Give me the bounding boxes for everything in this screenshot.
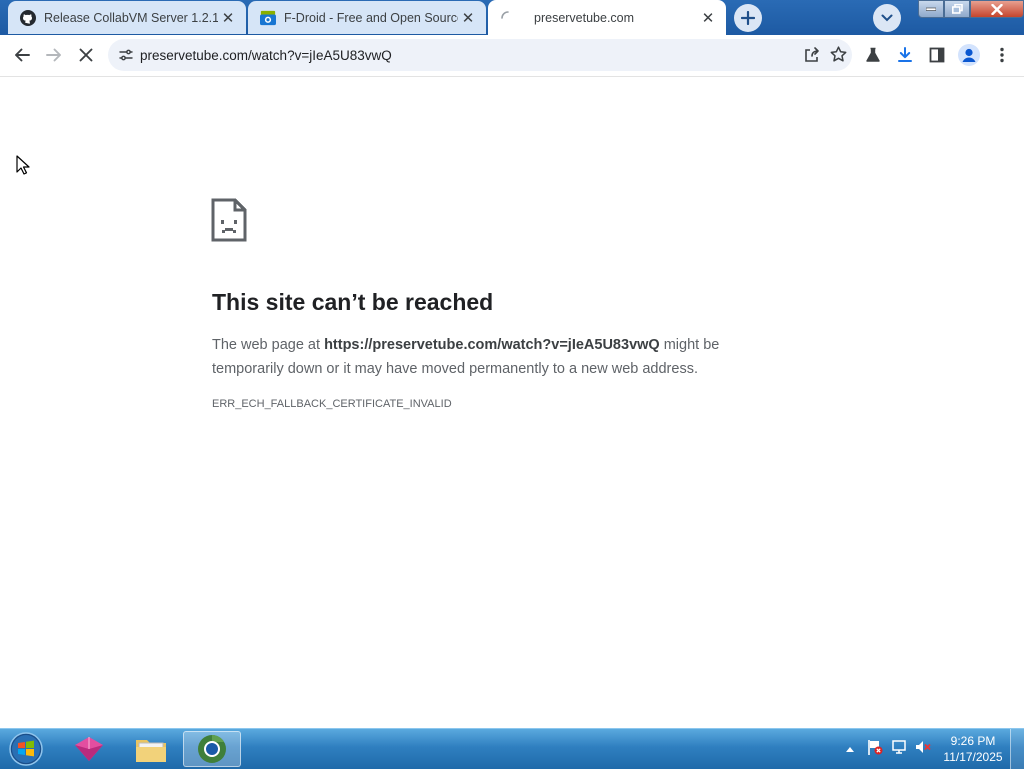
fdroid-icon: [260, 10, 276, 26]
close-tab-icon[interactable]: ✕: [698, 8, 718, 28]
minimize-button[interactable]: [918, 0, 944, 18]
forward-button[interactable]: [40, 41, 68, 69]
window-close-button[interactable]: [970, 0, 1024, 18]
action-center-flag-icon[interactable]: [867, 739, 883, 760]
error-description: The web page at https://preservetube.com…: [212, 333, 772, 381]
github-icon: [20, 9, 36, 26]
labs-button[interactable]: [859, 41, 887, 69]
more-vert-icon: [1000, 47, 1004, 63]
tab-preservetube[interactable]: preservetube.com ✕: [488, 0, 726, 36]
tab-title: F-Droid - Free and Open Source A: [284, 10, 458, 25]
show-hidden-icons-button[interactable]: [843, 746, 857, 752]
download-icon: [898, 47, 912, 62]
url-text[interactable]: preservetube.com/watch?v=jIeA5U83vwQ: [140, 48, 392, 63]
window-controls: [918, 0, 1024, 19]
back-button[interactable]: [8, 41, 36, 69]
network-icon[interactable]: [891, 739, 907, 760]
windows-start-icon: [9, 732, 43, 766]
show-desktop-button[interactable]: [1010, 729, 1024, 769]
caret-up-icon: [846, 746, 854, 752]
volume-muted-icon[interactable]: [915, 739, 931, 760]
profile-button[interactable]: [955, 41, 983, 69]
arrow-right-icon: [46, 48, 61, 62]
app-icon: [75, 737, 103, 761]
tab-search-button[interactable]: [873, 4, 901, 32]
address-bar[interactable]: preservetube.com/watch?v=jIeA5U83vwQ: [108, 39, 852, 71]
flask-icon: [866, 47, 880, 62]
chevron-down-icon: [881, 14, 893, 22]
folder-icon: [136, 740, 166, 762]
tab-collabvm[interactable]: Release CollabVM Server 1.2.11 · c ✕: [8, 1, 246, 34]
side-panel-button[interactable]: [923, 41, 951, 69]
close-icon: [79, 48, 93, 62]
taskbar-file-explorer[interactable]: [122, 731, 180, 767]
restore-button[interactable]: [944, 0, 970, 18]
downloads-button[interactable]: [891, 41, 919, 69]
taskbar-app-pink[interactable]: [60, 731, 118, 767]
loading-spinner-icon: [500, 10, 516, 26]
chrome-icon: [198, 735, 226, 763]
bookmark-star-icon[interactable]: [830, 46, 847, 68]
tab-fdroid[interactable]: F-Droid - Free and Open Source A ✕: [248, 1, 486, 34]
error-code: ERR_ECH_FALLBACK_CERTIFICATE_INVALID: [212, 398, 452, 410]
tab-strip: Release CollabVM Server 1.2.11 · c ✕ F-D…: [0, 0, 1024, 36]
mouse-cursor-icon: [16, 155, 30, 180]
site-info-icon[interactable]: [118, 47, 134, 63]
side-panel-icon: [929, 47, 945, 63]
clock-time: 9:26 PM: [950, 734, 996, 748]
error-url: https://preservetube.com/watch?v=jIeA5U8…: [324, 337, 660, 353]
share-icon[interactable]: [804, 47, 820, 68]
error-text-prefix: The web page at: [212, 337, 325, 353]
stop-loading-button[interactable]: [72, 41, 100, 69]
taskbar-clock[interactable]: 9:26 PM 11/17/2025: [940, 733, 1006, 765]
plus-icon: [741, 11, 755, 25]
menu-button[interactable]: [988, 41, 1016, 69]
close-tab-icon[interactable]: ✕: [458, 8, 478, 28]
error-title: This site can’t be reached: [212, 289, 494, 315]
new-tab-button[interactable]: [734, 4, 762, 32]
page-content: This site can’t be reached The web page …: [0, 77, 1024, 727]
arrow-left-icon: [15, 48, 30, 62]
avatar-icon: [958, 44, 980, 66]
taskbar: 9:26 PM 11/17/2025: [0, 728, 1024, 769]
minimize-icon: [926, 7, 936, 11]
clock-date: 11/17/2025: [943, 750, 1003, 764]
sad-page-icon: [211, 198, 247, 247]
tab-title: Release CollabVM Server 1.2.11 · c: [44, 10, 218, 25]
system-tray: [843, 729, 931, 769]
restore-icon: [951, 4, 963, 14]
start-button[interactable]: [6, 731, 46, 767]
close-icon: [991, 3, 1003, 15]
close-tab-icon[interactable]: ✕: [218, 8, 238, 28]
browser-toolbar: preservetube.com/watch?v=jIeA5U83vwQ: [0, 35, 1024, 77]
taskbar-browser[interactable]: [183, 731, 241, 767]
tab-title: preservetube.com: [534, 11, 635, 25]
